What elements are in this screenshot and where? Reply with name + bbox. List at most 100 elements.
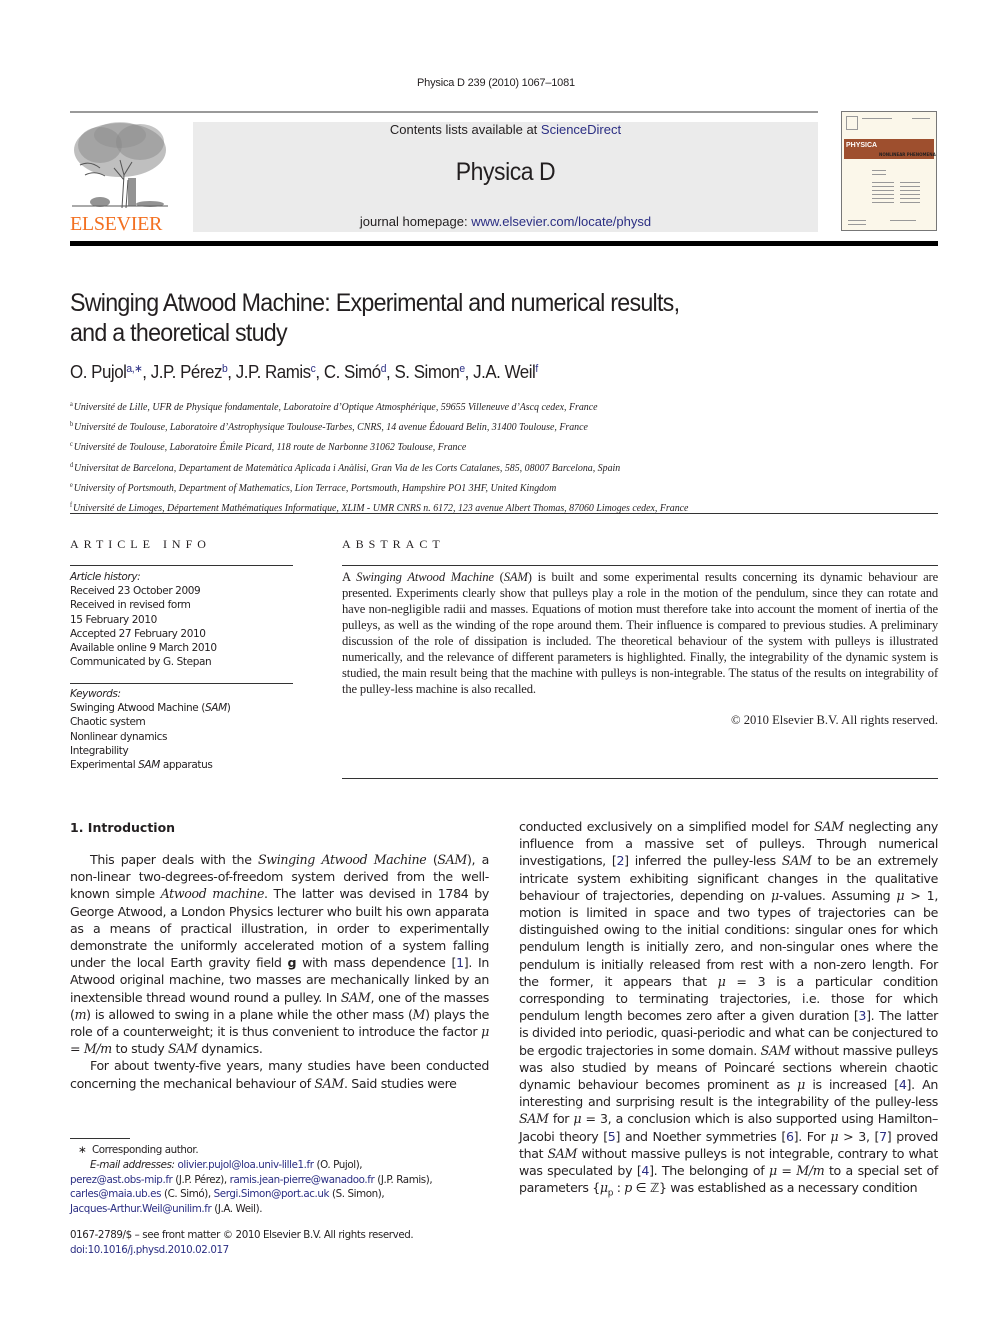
body-column-right: conducted exclusively on a simplified mo… — [519, 818, 938, 1203]
italic-term: Swinging Atwood Machine — [258, 852, 427, 867]
reference-link[interactable]: 1 — [456, 955, 464, 970]
author: O. Pujola,∗, — [70, 362, 151, 382]
italic-term: SAM — [760, 1042, 791, 1058]
text-run: ∈ ℤ} was established as a necessary cond… — [632, 1180, 918, 1196]
bold-symbol: g — [287, 955, 297, 971]
journal-citation: Physica D 239 (2010) 1067–1081 — [417, 77, 575, 89]
history-item: Received 23 October 2009 — [70, 585, 201, 598]
text-run: = — [776, 1163, 797, 1179]
history-label: Article history: — [70, 571, 141, 583]
history-item: Communicated by G. Stepan — [70, 656, 212, 669]
corresponding-author-note: ∗ Corresponding author. — [78, 1144, 199, 1156]
text-run: = — [70, 1041, 84, 1057]
introduction-heading: 1. Introduction — [70, 820, 176, 835]
history-item: 15 February 2010 — [70, 613, 157, 626]
reference-link[interactable]: 4 — [641, 1163, 649, 1178]
email-link[interactable]: olivier.pujol@loa.univ-lille1.fr — [177, 1159, 314, 1171]
italic-term: SAM — [314, 1075, 344, 1091]
cover-emblem-icon — [846, 116, 858, 130]
journal-title: Physica D — [455, 158, 556, 186]
affiliation: aUniversité de Lille, UFR de Physique fo… — [70, 400, 598, 413]
italic-term: μ — [481, 1024, 489, 1040]
italic-term: μ — [599, 1180, 608, 1196]
email-link[interactable]: carles@maia.ub.es — [70, 1188, 161, 1200]
text-run: : — [613, 1180, 625, 1196]
keyword: Swinging Atwood Machine (SAM) — [70, 702, 231, 715]
author-affiliation-link[interactable]: a,∗ — [126, 363, 142, 375]
italic-term: SAM — [814, 819, 844, 834]
keywords-label: Keywords: — [70, 688, 121, 700]
journal-homepage-link[interactable]: www.elsevier.com/locate/physd — [471, 214, 651, 229]
article-title: Swinging Atwood Machine: Experimental an… — [70, 288, 833, 348]
footnotes: ∗ Corresponding author. E-mail addresses… — [70, 1143, 510, 1217]
journal-cover-thumbnail[interactable]: PHYSICA NONLINEAR PHENOMENA — [841, 111, 937, 231]
author-affiliation-link[interactable]: f — [535, 363, 538, 375]
reference-link[interactable]: 7 — [879, 1129, 887, 1144]
reference-link[interactable]: 4 — [899, 1077, 907, 1092]
text-run: ] inferred the pulley-less — [624, 853, 782, 869]
italic-term: μ — [797, 1077, 805, 1093]
cover-subtitle: NONLINEAR PHENOMENA — [879, 152, 936, 157]
text-run: -values. Assuming — [778, 887, 897, 903]
history-item: Accepted 27 February 2010 — [70, 627, 206, 640]
doi-link[interactable]: doi:10.1016/j.physd.2010.02.017 — [70, 1244, 229, 1256]
text-run: conducted exclusively on a simplified mo… — [519, 819, 815, 834]
italic-term: M/m — [83, 1041, 112, 1057]
italic-term: SAM — [167, 1041, 198, 1057]
elsevier-logo[interactable]: ELSEVIER — [70, 120, 172, 235]
email-link[interactable]: Sergi.Simon@port.ac.uk — [214, 1188, 330, 1200]
sciencedirect-link[interactable]: ScienceDirect — [541, 122, 621, 137]
email-link[interactable]: ramis.jean-pierre@wanadoo.fr — [230, 1174, 375, 1186]
italic-term: SAM — [781, 853, 812, 869]
article-history: Article history: Received 23 October 200… — [70, 570, 293, 669]
author: J.P. Pérezb, — [150, 362, 236, 382]
reference-link[interactable]: 3 — [858, 1008, 866, 1023]
keyword: Chaotic system — [70, 716, 146, 729]
affiliations: aUniversité de Lille, UFR de Physique fo… — [70, 396, 940, 517]
reference-link[interactable]: 6 — [786, 1129, 794, 1144]
cover-band-text: PHYSICA — [846, 142, 878, 149]
text-run: for — [548, 1111, 574, 1127]
text-run: ) is allowed to swing in a plane while t… — [86, 1006, 413, 1022]
text-run: dynamics. — [197, 1041, 263, 1057]
front-matter: 0167-2789/$ – see front matter © 2010 El… — [70, 1228, 510, 1258]
italic-term: m — [74, 1006, 87, 1022]
text-run: is increased [ — [804, 1077, 899, 1093]
elsevier-wordmark: ELSEVIER — [70, 213, 163, 235]
author: C. Simód, — [323, 362, 395, 382]
text-run: ( — [426, 852, 438, 867]
reference-link[interactable]: 2 — [616, 853, 624, 868]
text-run: This paper deals with the — [90, 852, 259, 867]
abstract-heading: ABSTRACT — [342, 537, 445, 551]
email-link[interactable]: Jacques-Arthur.Weil@unilim.fr — [70, 1203, 212, 1215]
author: J.P. Ramisc, — [235, 362, 324, 382]
history-item: Available online 9 March 2010 — [70, 642, 217, 655]
paragraph: For about twenty-five years, many studie… — [70, 1057, 489, 1091]
keyword: Experimental SAM apparatus — [70, 759, 213, 772]
italic-term: μ — [768, 1163, 777, 1179]
affiliation: dUniversitat de Barcelona, Departament d… — [70, 460, 621, 474]
article-info-rule — [70, 565, 293, 566]
author: J.A. Weilf — [473, 362, 538, 382]
article-info-heading: ARTICLE INFO — [70, 537, 211, 551]
section-divider — [70, 513, 938, 514]
italic-term: Atwood machine — [160, 886, 265, 902]
footnote-rule — [70, 1138, 130, 1139]
paragraph: conducted exclusively on a simplified mo… — [519, 818, 938, 1203]
journal-banner: Contents lists available at ScienceDirec… — [193, 122, 818, 232]
abstract-copyright: © 2010 Elsevier B.V. All rights reserved… — [731, 713, 938, 727]
keywords-rule — [70, 683, 293, 684]
abstract-rule — [342, 565, 938, 566]
italic-term: SAM — [519, 1111, 549, 1127]
text-run: > 3, [ — [838, 1128, 880, 1144]
text-run: ] and Noether symmetries [ — [615, 1128, 786, 1144]
header-rule — [70, 111, 818, 113]
italic-term: SAM — [547, 1145, 578, 1161]
text-run: . Said studies were — [343, 1075, 457, 1091]
email-link[interactable]: perez@ast.obs-mip.fr — [70, 1174, 173, 1186]
elsevier-tree-icon — [70, 120, 170, 210]
italic-term: μ — [770, 887, 779, 903]
title-line-2: and a theoretical study — [70, 319, 288, 347]
body-column-left: This paper deals with the Swinging Atwoo… — [70, 851, 489, 1092]
contents-line: Contents lists available at ScienceDirec… — [193, 122, 818, 137]
